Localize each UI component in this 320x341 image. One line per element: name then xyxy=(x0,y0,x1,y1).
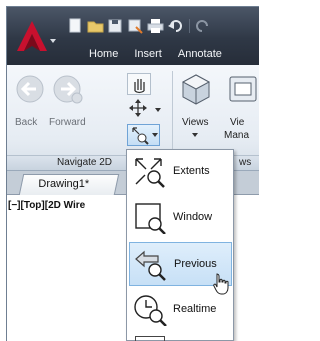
steering-wheel-icon xyxy=(129,99,147,117)
menu-item-extents[interactable]: Extents xyxy=(127,150,233,194)
application-menu-button[interactable] xyxy=(13,17,59,55)
views-cube-icon xyxy=(181,74,211,105)
zoom-previous-icon xyxy=(135,250,166,281)
views-dropdown-icon xyxy=(192,133,198,137)
menu-item-partial[interactable] xyxy=(135,336,165,341)
autocad-logo-icon xyxy=(17,21,47,51)
zoom-extents-small-icon xyxy=(132,127,149,145)
chevron-down-icon xyxy=(50,39,56,43)
views-panel-title[interactable]: ws xyxy=(239,157,251,168)
zoom-extents-icon xyxy=(135,158,165,188)
quick-access-toolbar xyxy=(67,18,212,36)
back-arrow-icon xyxy=(16,75,44,103)
back-label: Back xyxy=(15,117,38,128)
menu-item-label: Extents xyxy=(173,165,210,177)
save-icon[interactable] xyxy=(107,18,124,34)
pan-button[interactable] xyxy=(127,73,151,95)
zoom-dropdown-menu: Extents Window Previous Realtime xyxy=(126,149,234,341)
menu-item-label: Realtime xyxy=(173,303,217,315)
zoom-realtime-icon xyxy=(134,295,167,326)
viewport-controls-label[interactable]: [−][Top][2D Wire xyxy=(8,200,85,211)
print-icon[interactable] xyxy=(147,18,164,34)
view-manager-icon xyxy=(229,76,257,102)
drawing-tab[interactable]: Drawing1* xyxy=(18,174,120,195)
pan-hand-icon xyxy=(134,79,145,94)
toolbar-separator xyxy=(189,19,190,33)
tab-home[interactable]: Home xyxy=(81,43,126,65)
steering-wheel-button[interactable] xyxy=(127,98,151,120)
view-manager-label-1: Vie xyxy=(230,117,245,128)
forward-label: Forward xyxy=(49,117,86,128)
steering-wheel-dropdown-icon[interactable] xyxy=(155,108,161,112)
views-button[interactable]: Views xyxy=(179,73,213,145)
view-manager-label-2: Mana xyxy=(224,130,250,141)
title-bar: Home Insert Annotate xyxy=(7,7,259,65)
mouse-pointer-icon xyxy=(213,273,229,295)
tab-annotate[interactable]: Annotate xyxy=(170,43,230,65)
save-as-icon[interactable] xyxy=(127,18,144,34)
forward-button[interactable]: Forward xyxy=(47,73,95,137)
navigate-2d-panel-title[interactable]: Navigate 2D xyxy=(57,157,112,168)
menu-item-window[interactable]: Window xyxy=(127,196,233,240)
forward-arrow-icon xyxy=(53,75,83,104)
ribbon-tabs: Home Insert Annotate xyxy=(81,43,230,65)
zoom-window-icon xyxy=(135,203,166,234)
panel-divider xyxy=(172,71,173,155)
tab-insert[interactable]: Insert xyxy=(126,43,170,65)
back-button[interactable]: Back xyxy=(13,73,47,137)
menu-item-label: Previous xyxy=(174,258,217,270)
undo-icon[interactable] xyxy=(167,18,184,34)
zoom-dropdown-icon xyxy=(152,133,158,137)
redo-icon[interactable] xyxy=(195,18,212,34)
open-folder-icon[interactable] xyxy=(87,18,104,34)
zoom-button[interactable] xyxy=(127,124,160,146)
new-file-icon[interactable] xyxy=(67,18,84,34)
menu-item-label: Window xyxy=(173,211,213,223)
views-label: Views xyxy=(182,117,209,128)
view-manager-button[interactable]: Vie Mana xyxy=(221,73,259,145)
drawing-tab-label: Drawing1* xyxy=(38,178,90,190)
